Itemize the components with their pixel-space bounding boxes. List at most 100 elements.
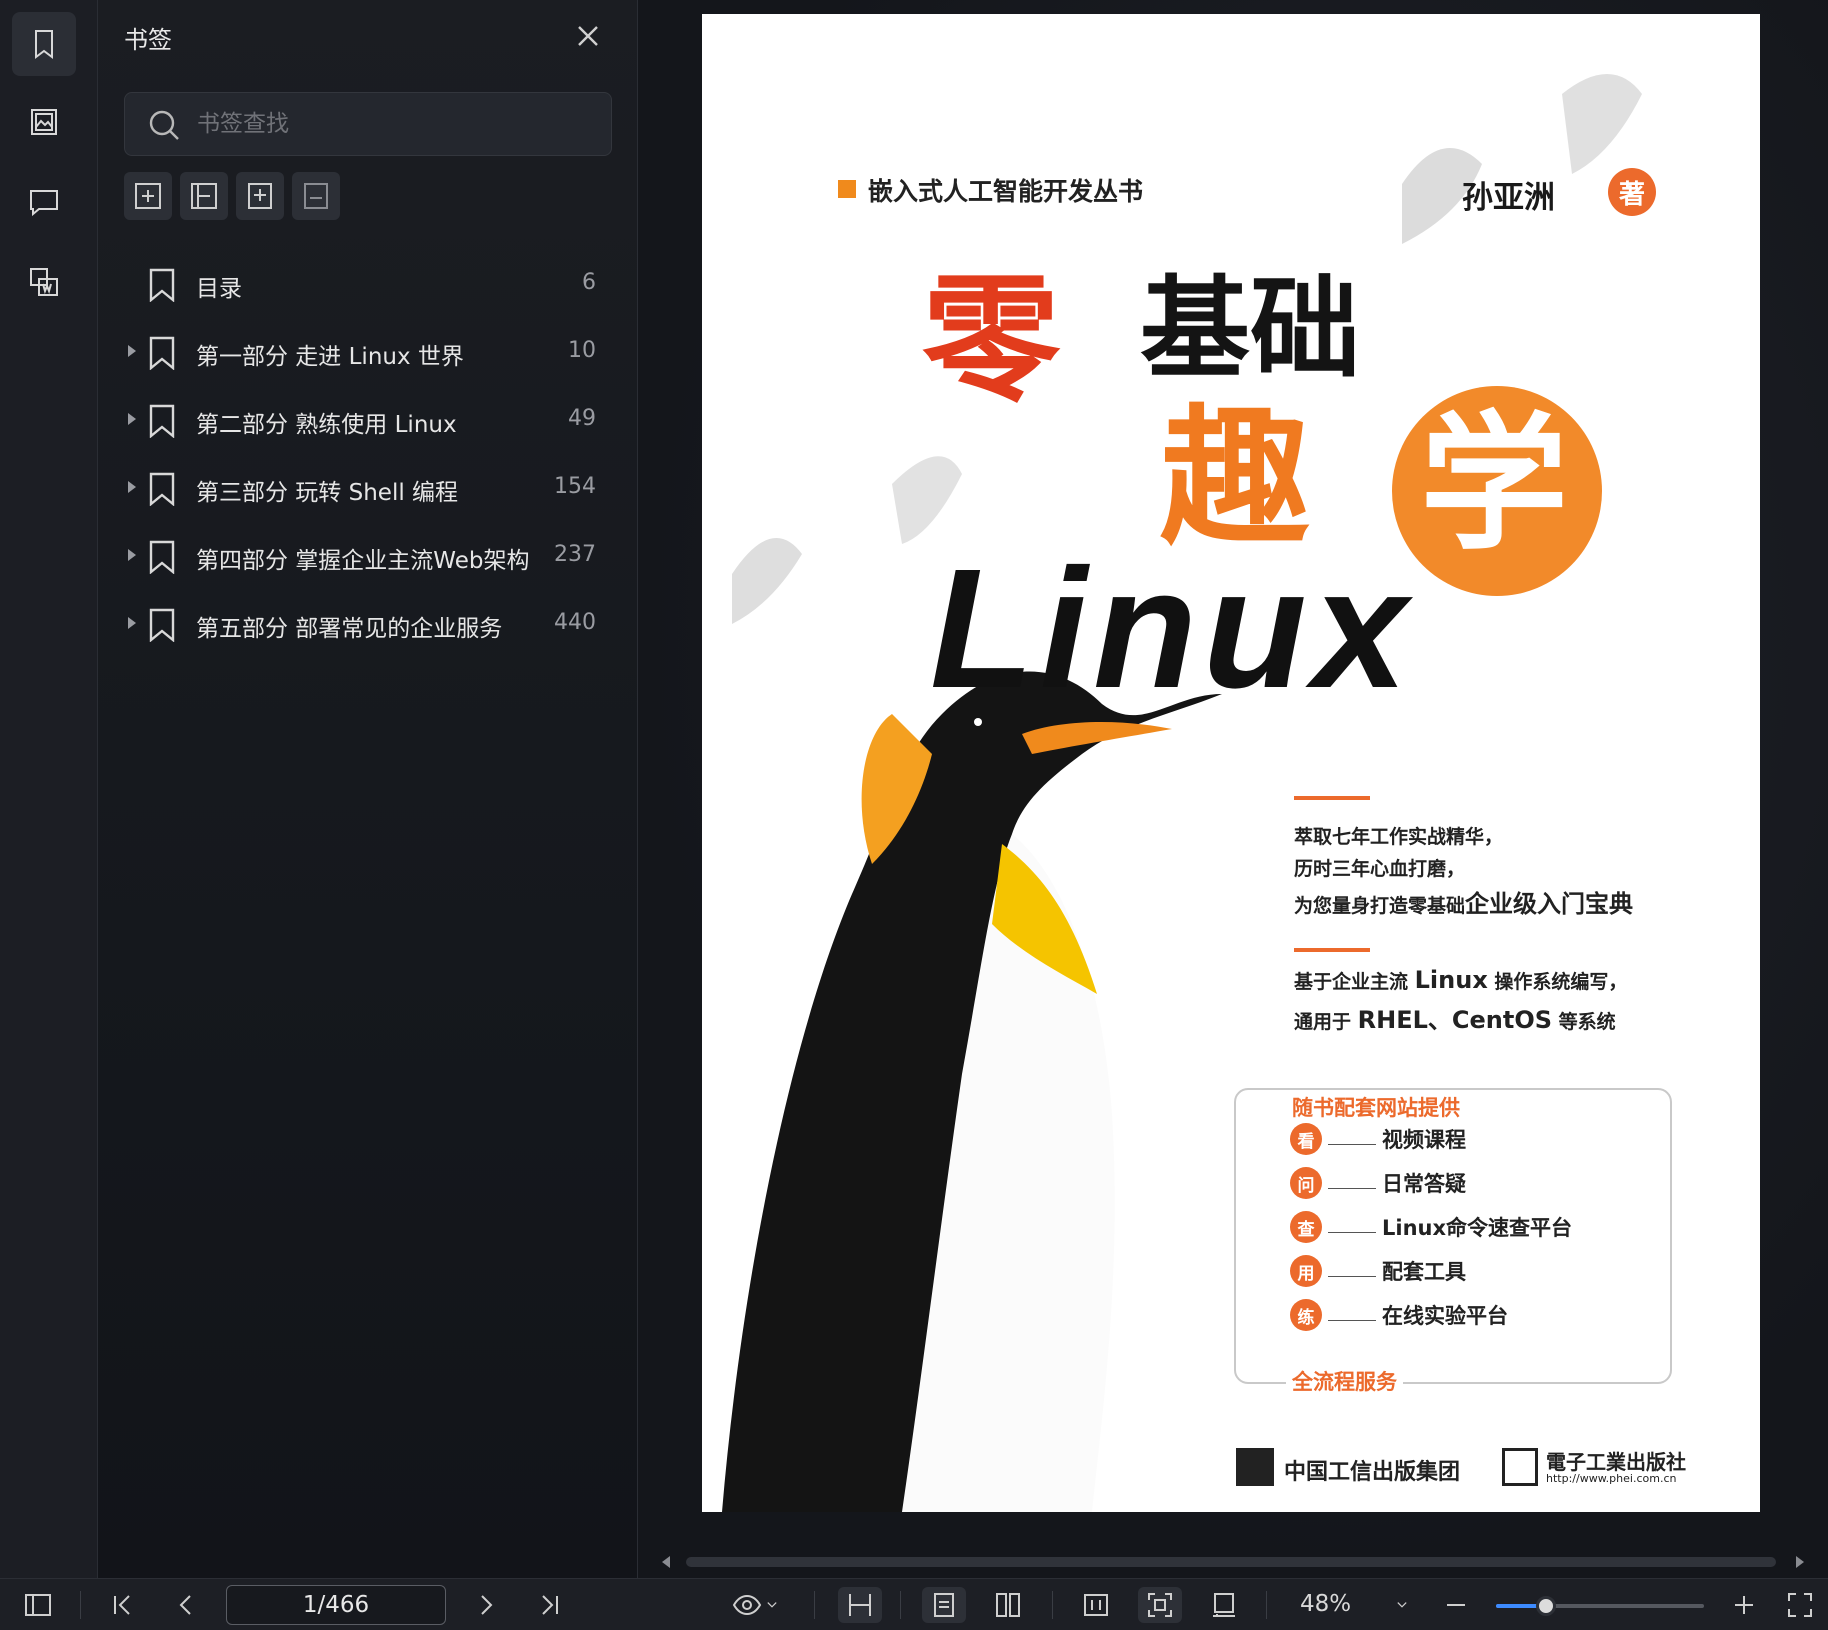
next-page-button[interactable]: [468, 1587, 504, 1623]
toggle-sidebar-button[interactable]: [18, 1587, 58, 1623]
author-badge: 著: [1608, 168, 1656, 216]
bookmark-tree: 目录 6 第一部分 走进 Linux 世界 10 第二部分 熟练使用 Linux…: [98, 250, 638, 658]
cover-title-part-3: 趣: [1160, 392, 1311, 566]
separator: [80, 1591, 81, 1619]
feature-box-title: 随书配套网站提供: [1286, 1092, 1466, 1122]
previous-page-button[interactable]: [168, 1587, 204, 1623]
remove-bookmark-button[interactable]: [292, 172, 340, 220]
zoom-slider-thumb[interactable]: [1535, 1596, 1556, 1616]
bookmarks-tab[interactable]: [12, 12, 76, 76]
convert-word-icon: [30, 268, 58, 296]
fullscreen-button[interactable]: [1780, 1587, 1820, 1623]
series-mark: [838, 180, 856, 198]
comment-icon: [30, 190, 58, 217]
bookmark-label: 第二部分 熟练使用 Linux: [196, 412, 457, 438]
bookmark-item[interactable]: 第二部分 熟练使用 Linux 49: [98, 386, 638, 454]
bottom-toolbar: 48%: [0, 1578, 1828, 1630]
bookmark-search-input[interactable]: [197, 93, 597, 155]
fit-width-icon: [849, 1594, 871, 1616]
collapse-bookmark-button[interactable]: [180, 172, 228, 220]
bookmark-label: 目录: [196, 276, 242, 302]
zoom-out-button[interactable]: [1438, 1587, 1474, 1623]
rotate-page-icon: [1213, 1593, 1235, 1617]
feature-item: 看视频课程: [1290, 1122, 1466, 1156]
cover-title-part-4: 学: [1420, 398, 1568, 570]
fit-page-button[interactable]: [1138, 1587, 1182, 1623]
bookmark-icon: [148, 268, 176, 303]
bookmark-icon: [148, 472, 176, 507]
divider-rule: [1294, 796, 1370, 800]
cover-series: 嵌入式人工智能开发丛书: [868, 177, 1144, 206]
zoom-in-button[interactable]: [1726, 1587, 1762, 1623]
last-page-button[interactable]: [532, 1587, 568, 1623]
image-icon: [31, 109, 57, 135]
expand-arrow-icon[interactable]: [128, 345, 136, 357]
publisher-name: 電子工業出版社: [1546, 1450, 1686, 1474]
zoom-dropdown-button[interactable]: [1384, 1587, 1420, 1623]
bookmark-item[interactable]: 第三部分 玩转 Shell 编程 154: [98, 454, 638, 522]
book-cover-page: 嵌入式人工智能开发丛书 孙亚洲 著 零 基础 趣 学 Linux 萃取七年工作实…: [702, 14, 1760, 1512]
two-page-button[interactable]: [986, 1587, 1030, 1623]
bookmark-tools: [124, 172, 340, 220]
rotate-button[interactable]: [1202, 1587, 1246, 1623]
eye-icon: [732, 1594, 762, 1616]
minus-icon: [1447, 1604, 1465, 1606]
bookmark-icon: [148, 608, 176, 643]
cover-blurb-line: 历时三年心血打磨，: [1294, 858, 1466, 880]
expand-arrow-icon[interactable]: [128, 549, 136, 561]
zoom-level[interactable]: 48%: [1300, 1591, 1351, 1617]
separator: [814, 1591, 815, 1619]
fit-page-icon: [1148, 1593, 1172, 1617]
chevron-down-icon: [1397, 1602, 1407, 1608]
plus-icon: [1735, 1596, 1753, 1614]
bookmark-item[interactable]: 目录 6: [98, 250, 638, 318]
cover-title-part-1: 零: [922, 260, 1061, 421]
bookmark-item[interactable]: 第四部分 掌握企业主流Web架构 237: [98, 522, 638, 590]
bookmark-label: 第三部分 玩转 Shell 编程: [196, 480, 459, 506]
bookmark-page: 440: [554, 610, 596, 635]
convert-tab[interactable]: [12, 250, 76, 314]
view-mode-button[interactable]: [724, 1587, 788, 1623]
actual-size-button[interactable]: [1074, 1587, 1118, 1623]
page-number-input[interactable]: [226, 1585, 446, 1625]
expand-arrow-icon[interactable]: [128, 481, 136, 493]
collapse-bookmark-icon: [191, 183, 217, 209]
bookmark-panel: 书签 目录 6 第一部分 走进 Linux 世界 10: [98, 0, 638, 1578]
search-icon: [149, 110, 179, 140]
cover-title-linux: Linux: [930, 534, 1414, 724]
cover-blurb-line: 基于企业主流 Linux 操作系统编写，: [1294, 966, 1628, 994]
document-viewer[interactable]: 嵌入式人工智能开发丛书 孙亚洲 著 零 基础 趣 学 Linux 萃取七年工作实…: [638, 0, 1828, 1578]
add-bookmark-button[interactable]: [124, 172, 172, 220]
fullscreen-icon: [1788, 1593, 1812, 1617]
scroll-right-icon[interactable]: [1796, 1556, 1804, 1568]
separator: [1266, 1591, 1267, 1619]
first-page-button[interactable]: [104, 1587, 140, 1623]
publisher-logo: [1236, 1448, 1274, 1486]
horizontal-scrollbar[interactable]: [658, 1552, 1808, 1570]
bookmark-item[interactable]: 第一部分 走进 Linux 世界 10: [98, 318, 638, 386]
fit-width-button[interactable]: [838, 1587, 882, 1623]
scroll-left-icon[interactable]: [662, 1556, 670, 1568]
last-page-icon: [542, 1595, 558, 1615]
scroll-track[interactable]: [686, 1557, 1776, 1567]
feature-item: 查 Linux命令速查平台: [1290, 1210, 1572, 1244]
bookmark-label: 第一部分 走进 Linux 世界: [196, 344, 464, 370]
bookmark-page: 154: [554, 474, 596, 499]
zoom-slider[interactable]: [1496, 1596, 1704, 1616]
remove-bookmark-icon: [304, 183, 328, 209]
expand-arrow-icon[interactable]: [128, 617, 136, 629]
thumbnails-tab[interactable]: [12, 90, 76, 154]
bookmark-item[interactable]: 第五部分 部署常见的企业服务 440: [98, 590, 638, 658]
single-page-button[interactable]: [922, 1587, 966, 1623]
comments-tab[interactable]: [12, 170, 76, 234]
add-child-bookmark-button[interactable]: [236, 172, 284, 220]
publisher-url: http://www.phei.com.cn: [1546, 1472, 1677, 1485]
panel-title: 书签: [124, 26, 172, 54]
bookmark-page: 10: [568, 338, 596, 363]
chevron-right-icon: [481, 1595, 493, 1615]
cover-blurb-line: 为您量身打造零基础企业级入门宝典: [1294, 890, 1634, 918]
close-panel-button[interactable]: [574, 22, 602, 50]
expand-arrow-icon[interactable]: [128, 413, 136, 425]
two-page-icon: [996, 1593, 1020, 1617]
separator: [900, 1591, 901, 1619]
